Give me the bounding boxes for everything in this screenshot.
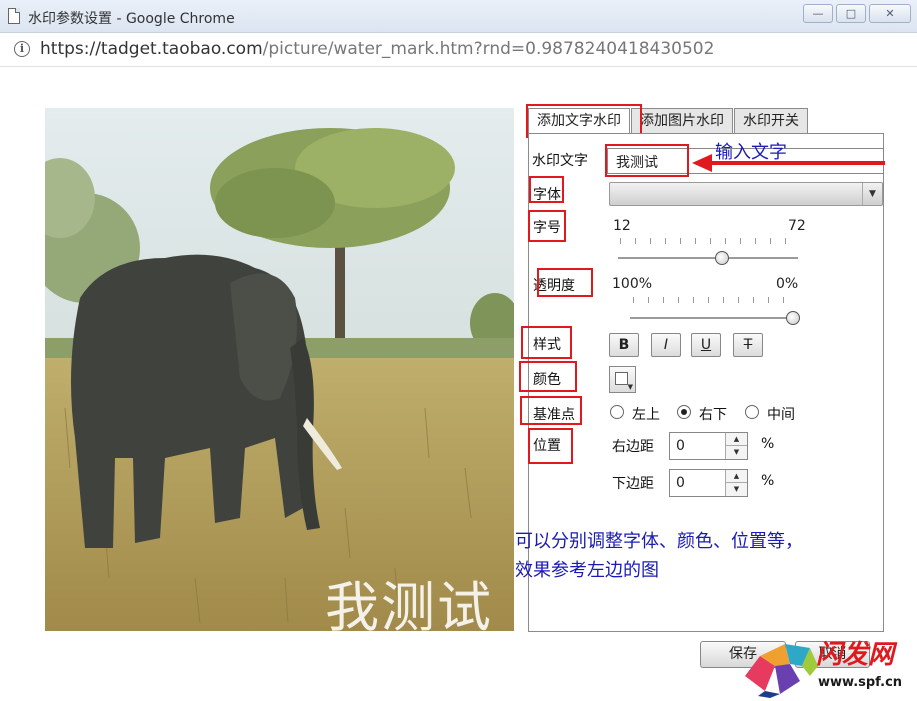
anchor-top-left-label[interactable]: 左上	[632, 404, 660, 424]
highlight-opacity-label	[537, 268, 593, 297]
window-controls: — □ ✕	[803, 4, 911, 23]
anchor-bottom-right-radio[interactable]	[677, 405, 691, 419]
instruction-note: 可以分别调整字体、颜色、位置等， 效果参考左边的图	[515, 527, 803, 585]
colorful-animal-logo-icon	[745, 644, 818, 698]
anchor-top-left-radio[interactable]	[610, 405, 624, 419]
opacity-slider-ticks	[633, 297, 793, 303]
highlight-anchor-label	[520, 396, 582, 425]
input-hint-annotation: 输入文字	[715, 142, 787, 163]
window-titlebar: 水印参数设置 - Google Chrome — □ ✕	[0, 0, 917, 33]
bottom-margin-value: 0	[676, 475, 685, 491]
arrow-down-icon[interactable]: ▼	[725, 483, 747, 496]
url-path: /picture/water_mark.htm?rnd=0.9878240418…	[262, 39, 715, 59]
highlight-size-label	[528, 210, 566, 242]
url-text[interactable]: https://tadget.taobao.com/picture/water_…	[40, 39, 714, 59]
font-select[interactable]: ▼	[609, 182, 883, 206]
watermark-text-label: 水印文字	[532, 153, 588, 169]
opacity-slider-track[interactable]	[630, 317, 793, 319]
anchor-center-label[interactable]: 中间	[767, 404, 795, 424]
anchor-bottom-right-label[interactable]: 右下	[699, 404, 727, 424]
bold-button[interactable]: B	[609, 333, 639, 357]
maximize-button[interactable]: □	[836, 4, 866, 23]
size-max-value: 72	[788, 218, 806, 234]
opacity-right-value: 0%	[776, 276, 799, 292]
highlight-text-input	[605, 144, 689, 177]
caret-down-icon: ▼	[627, 383, 633, 391]
opacity-left-value: 100%	[612, 276, 653, 292]
right-margin-value: 0	[676, 438, 685, 454]
highlight-position-label	[528, 428, 573, 464]
address-bar[interactable]: i https://tadget.taobao.com/picture/wate…	[0, 33, 917, 67]
size-slider-track[interactable]	[618, 257, 798, 259]
size-slider-ticks	[620, 238, 790, 244]
highlight-font-label	[529, 176, 564, 203]
logo-text: 闪发网	[816, 640, 895, 670]
logo-url: www.spf.cn	[818, 675, 903, 690]
italic-button[interactable]: I	[651, 333, 681, 357]
page-document-icon	[8, 8, 20, 24]
preview-watermark-text: 我测试	[325, 576, 493, 631]
elephant-photo-illustration	[45, 108, 514, 631]
strikethrough-button[interactable]: T	[733, 333, 763, 357]
underline-button[interactable]: U	[691, 333, 721, 357]
watermark-preview-image: 我测试	[45, 108, 514, 631]
window-title: 水印参数设置 - Google Chrome	[28, 11, 235, 27]
highlight-style-label	[521, 326, 572, 359]
tab-image-watermark[interactable]: 添加图片水印	[631, 108, 733, 134]
opacity-slider-thumb[interactable]	[786, 311, 800, 325]
bottom-margin-stepper[interactable]: 0 ▲ ▼	[669, 469, 748, 497]
note-line-1: 可以分别调整字体、颜色、位置等，	[515, 531, 803, 552]
url-host: https://tadget.taobao.com	[40, 39, 263, 59]
info-icon[interactable]: i	[14, 41, 30, 57]
size-min-value: 12	[613, 218, 631, 234]
right-margin-stepper[interactable]: 0 ▲ ▼	[669, 432, 748, 460]
arrow-up-icon[interactable]: ▲	[725, 470, 747, 483]
bottom-margin-percent: %	[761, 473, 775, 489]
right-margin-label: 右边距	[612, 439, 654, 455]
minimize-button[interactable]: —	[803, 4, 833, 23]
arrow-up-icon[interactable]: ▲	[725, 433, 747, 446]
tab-watermark-switch[interactable]: 水印开关	[734, 108, 808, 134]
right-margin-percent: %	[761, 436, 775, 452]
color-swatch	[615, 372, 628, 385]
bottom-margin-label: 下边距	[612, 476, 654, 492]
site-watermark-logo: 闪发网 www.spf.cn	[740, 630, 917, 701]
highlight-color-label	[519, 361, 577, 392]
close-button[interactable]: ✕	[869, 4, 911, 23]
color-picker-button[interactable]: ▼	[609, 366, 636, 393]
chevron-down-icon[interactable]: ▼	[862, 183, 882, 205]
anchor-center-radio[interactable]	[745, 405, 759, 419]
note-line-2: 效果参考左边的图	[515, 560, 659, 581]
arrow-down-icon[interactable]: ▼	[725, 446, 747, 459]
